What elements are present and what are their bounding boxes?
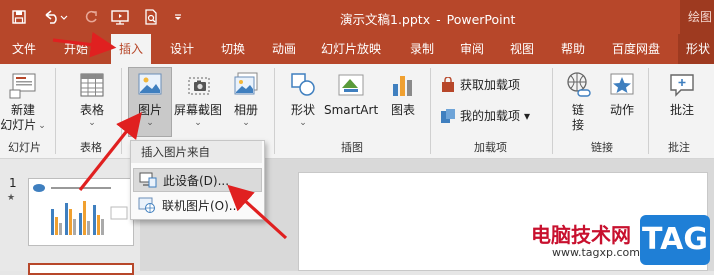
arrow-to-pictures-button bbox=[78, 111, 142, 191]
arrow-to-this-device bbox=[227, 184, 288, 240]
watermark-url: www.tagxp.com bbox=[552, 246, 640, 259]
watermark-site-name: 电脑技术网 bbox=[531, 223, 631, 247]
watermark-tag-logo: TAG bbox=[640, 215, 710, 265]
arrow-to-insert-tab bbox=[52, 31, 117, 58]
